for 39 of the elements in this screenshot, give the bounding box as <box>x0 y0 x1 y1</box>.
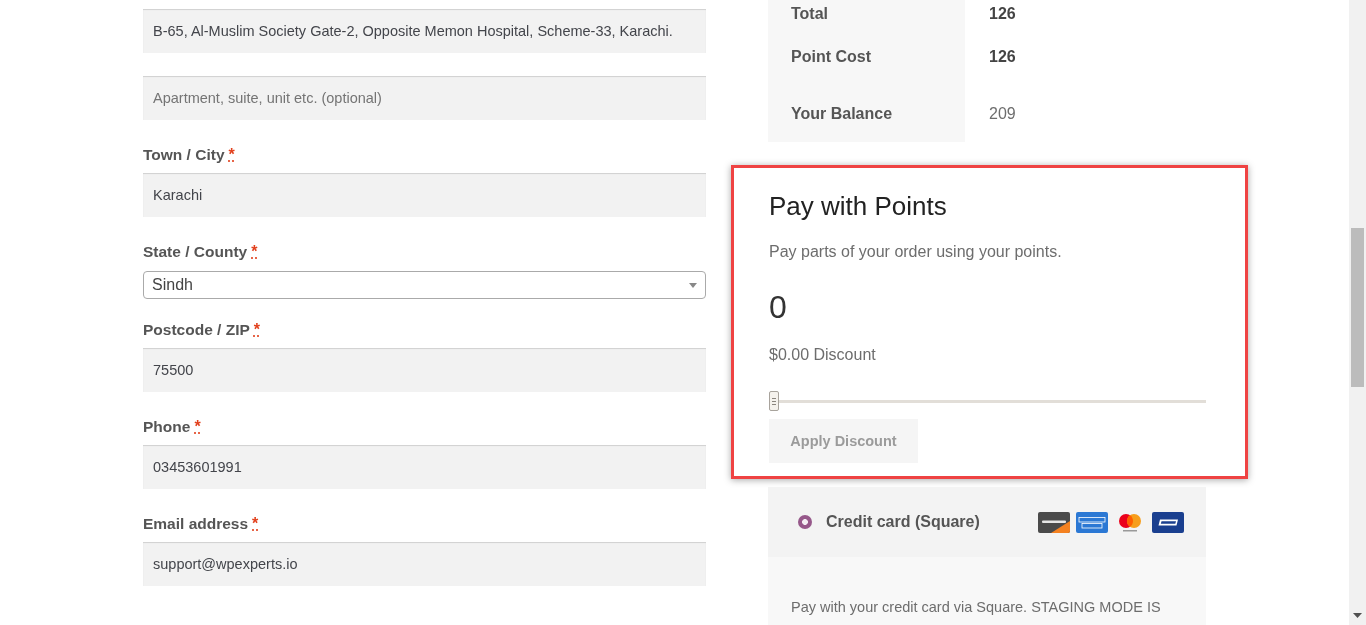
summary-value: 209 <box>988 103 1016 124</box>
payment-description: Pay with your credit card via Square. STAGING MODE IS <box>791 598 1162 617</box>
input-field[interactable]: 03453601991 <box>143 445 706 489</box>
payment-method-row[interactable]: Credit card (Square) <box>768 487 1206 557</box>
required-mark: * <box>252 514 259 534</box>
summary-value: 126 <box>988 46 1016 67</box>
summary-label: Point Cost <box>768 28 965 85</box>
discount-text: $0.00 Discount <box>769 345 876 365</box>
input-field[interactable]: 75500 <box>143 348 706 392</box>
input-field[interactable]: B-65, Al-Muslim Society Gate-2, Opposite Memon Hospital, Scheme-33, Karachi. <box>143 9 706 53</box>
field-label: Email address <box>143 514 249 534</box>
required-mark: * <box>253 320 261 340</box>
mastercard-icon <box>1116 511 1144 533</box>
caret-icon <box>689 282 697 288</box>
card-icon <box>1038 511 1070 533</box>
panel-title: Pay with Points <box>769 190 947 222</box>
scrollbar-thumb[interactable] <box>1351 228 1364 387</box>
points-value: 0 <box>769 288 787 327</box>
panel-description: Pay parts of your order using your points. <box>769 242 1062 262</box>
field-label: Phone <box>143 417 191 437</box>
required-mark: * <box>194 417 201 437</box>
field-label: State / County <box>143 242 248 262</box>
select-field[interactable]: Sindh <box>143 271 706 299</box>
field-label: Town / City <box>143 145 225 165</box>
radio-button[interactable] <box>798 515 812 529</box>
summary-label: Total <box>768 0 965 28</box>
field-label: Postcode / ZIP <box>143 320 250 340</box>
summary-value: 126 <box>988 4 1016 24</box>
input-field[interactable]: support@wpexperts.io <box>143 542 706 586</box>
input-field[interactable]: Apartment, suite, unit etc. (optional) <box>143 76 706 120</box>
input-field[interactable]: Karachi <box>143 173 706 217</box>
card-icon <box>1152 511 1184 533</box>
slider-thumb[interactable] <box>769 391 779 411</box>
required-mark: * <box>251 242 258 262</box>
card-icon <box>1076 511 1108 533</box>
required-mark: * <box>228 145 235 165</box>
payment-method-label: Credit card (Square) <box>826 513 980 531</box>
scroll-down-icon[interactable] <box>1353 613 1362 618</box>
summary-label: Your Balance <box>768 85 965 142</box>
